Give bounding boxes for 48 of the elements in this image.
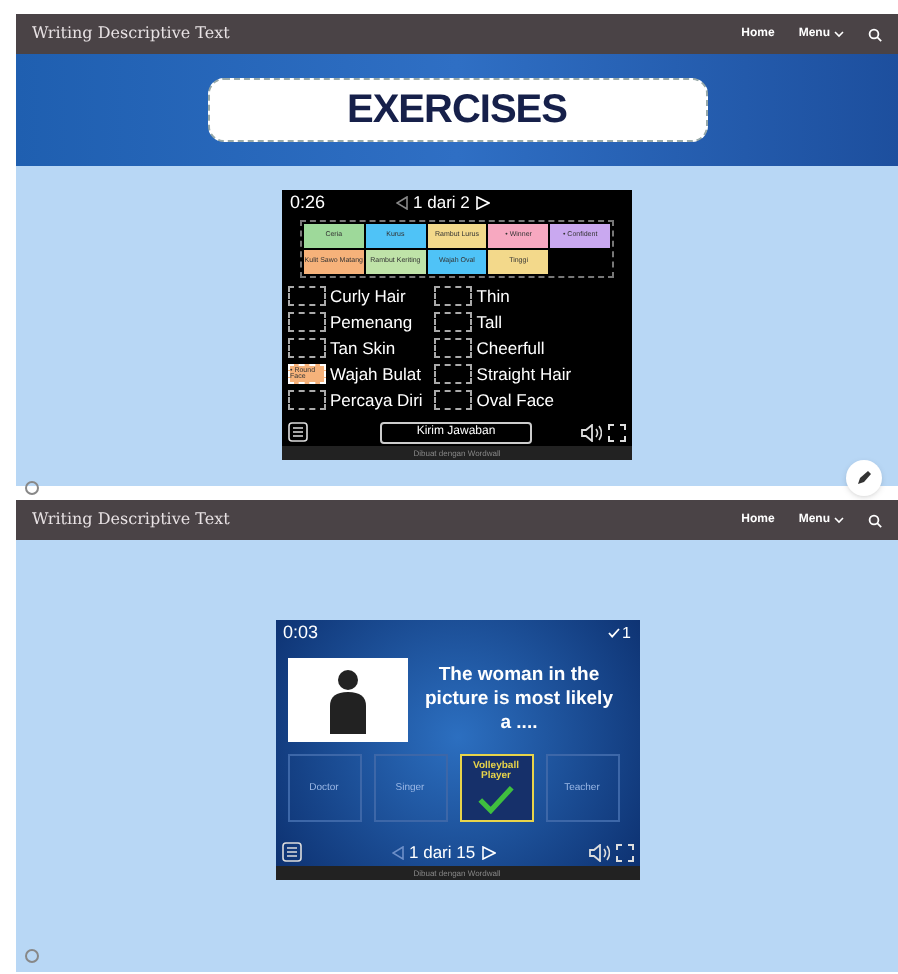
chevron-down-icon — [834, 516, 844, 524]
drop-slot[interactable] — [434, 364, 473, 384]
edit-button[interactable] — [846, 460, 882, 496]
question-text: The woman in the picture is most likely a .... — [423, 664, 615, 736]
page-indicator: 1 dari 15 — [409, 839, 476, 865]
settings-icon[interactable] — [24, 480, 40, 496]
previous-arrow-icon[interactable] — [395, 196, 408, 210]
timer: 0:03 — [283, 619, 319, 646]
site-title[interactable]: Writing Descriptive Text — [32, 508, 230, 532]
fullscreen-icon[interactable] — [615, 843, 633, 861]
page-indicator: 1 dari 2 — [413, 190, 470, 216]
speaker-icon[interactable] — [587, 843, 609, 861]
search-icon[interactable] — [868, 27, 882, 41]
drop-slot[interactable] — [288, 312, 326, 332]
drop-slot[interactable] — [434, 286, 473, 306]
previous-arrow-icon[interactable] — [391, 845, 403, 859]
term-label: Wajah Bulat — [330, 365, 422, 383]
term-label: Thin — [476, 287, 510, 305]
term-label: Pemenang — [330, 313, 413, 331]
score: 1 — [622, 621, 631, 645]
check-icon — [608, 628, 621, 638]
term-label: Oval Face — [476, 391, 555, 409]
term-label: Straight Hair — [476, 365, 572, 383]
drop-slot[interactable] — [288, 390, 326, 410]
drop-slot[interactable] — [434, 390, 473, 410]
fullscreen-icon[interactable] — [608, 423, 626, 441]
person-silhouette-icon — [325, 666, 369, 734]
timer: 0:26 — [290, 189, 326, 216]
next-arrow-icon[interactable] — [475, 196, 490, 210]
speaker-icon[interactable] — [580, 423, 602, 441]
menu-icon[interactable] — [281, 842, 301, 862]
next-arrow-icon[interactable] — [481, 845, 496, 859]
drop-slot[interactable] — [288, 286, 326, 306]
site-title[interactable]: Writing Descriptive Text — [32, 22, 230, 46]
drop-slot[interactable] — [434, 338, 473, 358]
search-icon[interactable] — [868, 513, 882, 527]
term-label: Curly Hair — [330, 287, 406, 305]
drop-slot[interactable] — [288, 338, 326, 358]
term-label: Percaya Diri — [330, 391, 423, 409]
term-label: Tall — [476, 313, 503, 331]
checkmark-icon — [478, 786, 514, 814]
drop-slot[interactable] — [434, 312, 473, 332]
chevron-down-icon — [834, 30, 844, 38]
term-label: Tan Skin — [330, 339, 396, 357]
banner-title: EXERCISES — [347, 86, 567, 136]
pencil-icon — [856, 470, 872, 486]
menu-icon[interactable] — [288, 422, 308, 442]
term-label: Cheerfull — [476, 339, 545, 357]
